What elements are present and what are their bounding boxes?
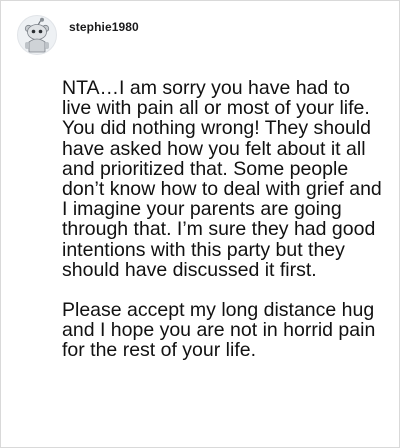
comment-paragraph: Please accept my long distance hug and I…	[62, 299, 376, 362]
comment-paragraph: NTA…I am sorry you have had to live with…	[62, 77, 382, 281]
user-avatar[interactable]	[17, 15, 57, 55]
reddit-snoo-avatar-icon	[24, 17, 50, 53]
comment-header: stephie1980	[17, 15, 139, 55]
comment-body: NTA…I am sorry you have had to live with…	[62, 78, 382, 361]
comment-card: stephie1980 NTA…I am sorry you have had …	[0, 0, 400, 448]
comment-author-username[interactable]: stephie1980	[69, 20, 139, 34]
